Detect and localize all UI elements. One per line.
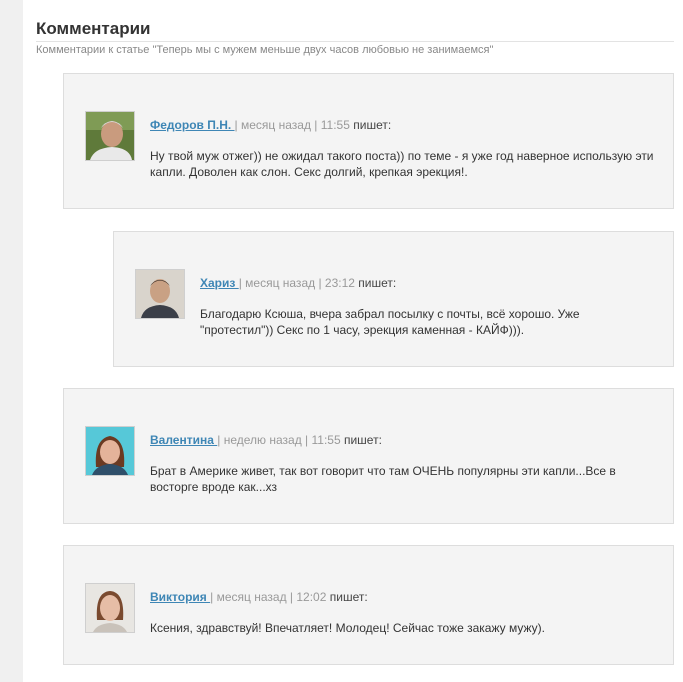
comment-meta: Валентина | неделю назад | 11:55 пишет: [150, 433, 382, 447]
avatar[interactable] [85, 426, 135, 476]
time-ago: месяц назад [240, 118, 311, 132]
comment-meta: Виктория | месяц назад | 12:02 пишет: [150, 590, 368, 604]
time-ago: неделю назад [223, 433, 302, 447]
section-title: Комментарии [36, 19, 151, 38]
user-photo-icon [86, 112, 134, 160]
user-photo-icon [136, 270, 184, 318]
avatar[interactable] [85, 583, 135, 633]
time-ago: месяц назад [216, 590, 287, 604]
author-link[interactable]: Федоров П.Н. [150, 118, 235, 132]
comment-item: Валентина | неделю назад | 11:55 пишет: … [63, 388, 674, 524]
author-link[interactable]: Виктория [150, 590, 210, 604]
comment-meta: Хариз | месяц назад | 23:12 пишет: [200, 276, 397, 290]
author-link[interactable]: Валентина [150, 433, 217, 447]
comment-time: 11:55 [320, 118, 350, 132]
comment-time: 12:02 [296, 590, 327, 604]
comment-text: Ксения, здравствуй! Впечатляет! Молодец!… [150, 621, 545, 635]
comment-item: Федоров П.Н. | месяц назад | 11:55 пишет… [63, 73, 674, 209]
avatar[interactable] [85, 111, 135, 161]
title-divider [36, 41, 674, 42]
user-photo-icon [86, 427, 134, 475]
comment-time: 23:12 [324, 276, 355, 290]
comment-item: Хариз | месяц назад | 23:12 пишет: Благо… [113, 231, 674, 367]
comment-text: Ну твой муж отжег)) не ожидал такого пос… [150, 149, 654, 179]
author-link[interactable]: Хариз [200, 276, 239, 290]
comment-time: 11:55 [311, 433, 341, 447]
comment-text: Благодарю Ксюша, вчера забрал посылку с … [200, 307, 580, 337]
comment-text: Брат в Америке живет, так вот говорит чт… [150, 464, 616, 494]
avatar[interactable] [135, 269, 185, 319]
comment-meta: Федоров П.Н. | месяц назад | 11:55 пишет… [150, 118, 392, 132]
user-photo-icon [86, 584, 134, 632]
left-sidebar-strip [0, 0, 23, 682]
comment-item: Виктория | месяц назад | 12:02 пишет: Кс… [63, 545, 674, 665]
section-subtitle: Комментарии к статье "Теперь мы с мужем … [36, 44, 494, 56]
time-ago: месяц назад [245, 276, 316, 290]
